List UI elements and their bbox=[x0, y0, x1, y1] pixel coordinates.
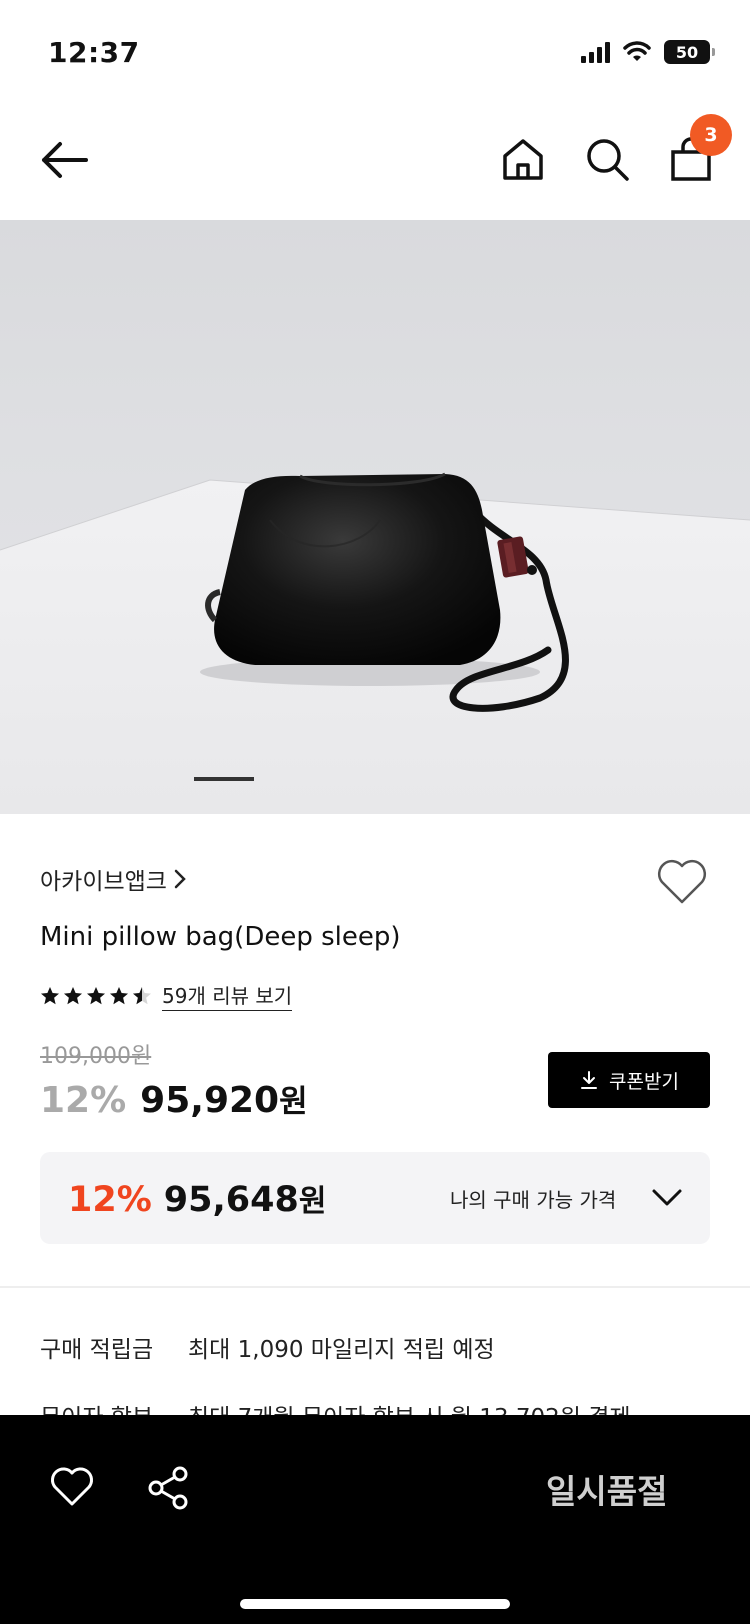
product-title: Mini pillow bag(Deep sleep) bbox=[40, 922, 401, 952]
home-icon[interactable] bbox=[500, 136, 546, 182]
original-price: 109,000원 bbox=[40, 1044, 152, 1069]
status-bar: 12:37 50 bbox=[0, 0, 750, 100]
review-link[interactable]: 59개 리뷰 보기 bbox=[162, 980, 293, 1011]
brand-name: 아카이브앱크 bbox=[40, 869, 167, 895]
heart-icon[interactable] bbox=[50, 1467, 94, 1507]
coupon-button[interactable]: 쿠폰받기 bbox=[548, 1052, 710, 1108]
points-value: 최대 1,090 마일리지 적립 예정 bbox=[188, 1337, 495, 1363]
sale-price-value: 95,920 bbox=[140, 1080, 280, 1121]
star-icon bbox=[110, 986, 128, 1004]
star-icon bbox=[41, 986, 59, 1004]
soldout-label: 일시품절 bbox=[546, 1472, 668, 1511]
download-icon bbox=[581, 1071, 598, 1089]
battery-icon: 50 bbox=[664, 40, 715, 64]
star-icon bbox=[133, 986, 151, 1004]
search-icon[interactable] bbox=[584, 136, 630, 182]
chevron-right-icon bbox=[174, 869, 186, 889]
status-icons: 50 bbox=[581, 40, 715, 64]
product-image-carousel[interactable] bbox=[0, 220, 750, 814]
my-price-amount: 95,648원 bbox=[164, 1176, 327, 1220]
points-row: 구매 적립금 최대 1,090 마일리지 적립 예정 bbox=[40, 1330, 495, 1364]
my-discount-rate: 12% bbox=[68, 1180, 152, 1220]
brand-link[interactable]: 아카이브앱크 bbox=[40, 862, 187, 896]
price-unit: 원 bbox=[279, 1084, 308, 1120]
sale-price: 95,920원 bbox=[140, 1076, 307, 1121]
points-label: 구매 적립금 bbox=[40, 1337, 154, 1363]
slide-indicator bbox=[194, 777, 254, 781]
back-arrow-icon[interactable] bbox=[38, 138, 90, 182]
chevron-down-icon[interactable] bbox=[650, 1182, 684, 1212]
home-indicator bbox=[240, 1599, 510, 1609]
product-photo bbox=[0, 472, 750, 814]
bottom-action-bar: 일시품절 bbox=[0, 1415, 750, 1624]
top-navigation: 3 bbox=[0, 110, 750, 210]
sale-price-row: 12% 95,920원 bbox=[40, 1076, 308, 1121]
heart-icon[interactable] bbox=[656, 858, 708, 906]
share-icon[interactable] bbox=[146, 1465, 190, 1511]
section-divider bbox=[0, 1286, 750, 1288]
rating-stars bbox=[40, 986, 152, 1006]
cart-count-badge: 3 bbox=[690, 114, 732, 156]
my-price: 12% 95,648원 bbox=[68, 1176, 326, 1220]
discount-rate: 12% bbox=[40, 1080, 127, 1121]
my-price-value: 95,648 bbox=[163, 1180, 299, 1220]
rating-summary: 59개 리뷰 보기 bbox=[40, 980, 293, 1011]
signal-icon bbox=[581, 41, 610, 63]
my-price-panel[interactable]: 12% 95,648원 나의 구매 가능 가격 bbox=[40, 1152, 710, 1244]
star-icon bbox=[87, 986, 105, 1004]
wifi-icon bbox=[623, 41, 651, 61]
star-icon bbox=[64, 986, 82, 1004]
status-time: 12:37 bbox=[48, 36, 140, 69]
coupon-label: 쿠폰받기 bbox=[609, 1070, 679, 1093]
my-price-unit: 원 bbox=[298, 1184, 327, 1219]
my-price-label: 나의 구매 가능 가격 bbox=[450, 1188, 617, 1212]
